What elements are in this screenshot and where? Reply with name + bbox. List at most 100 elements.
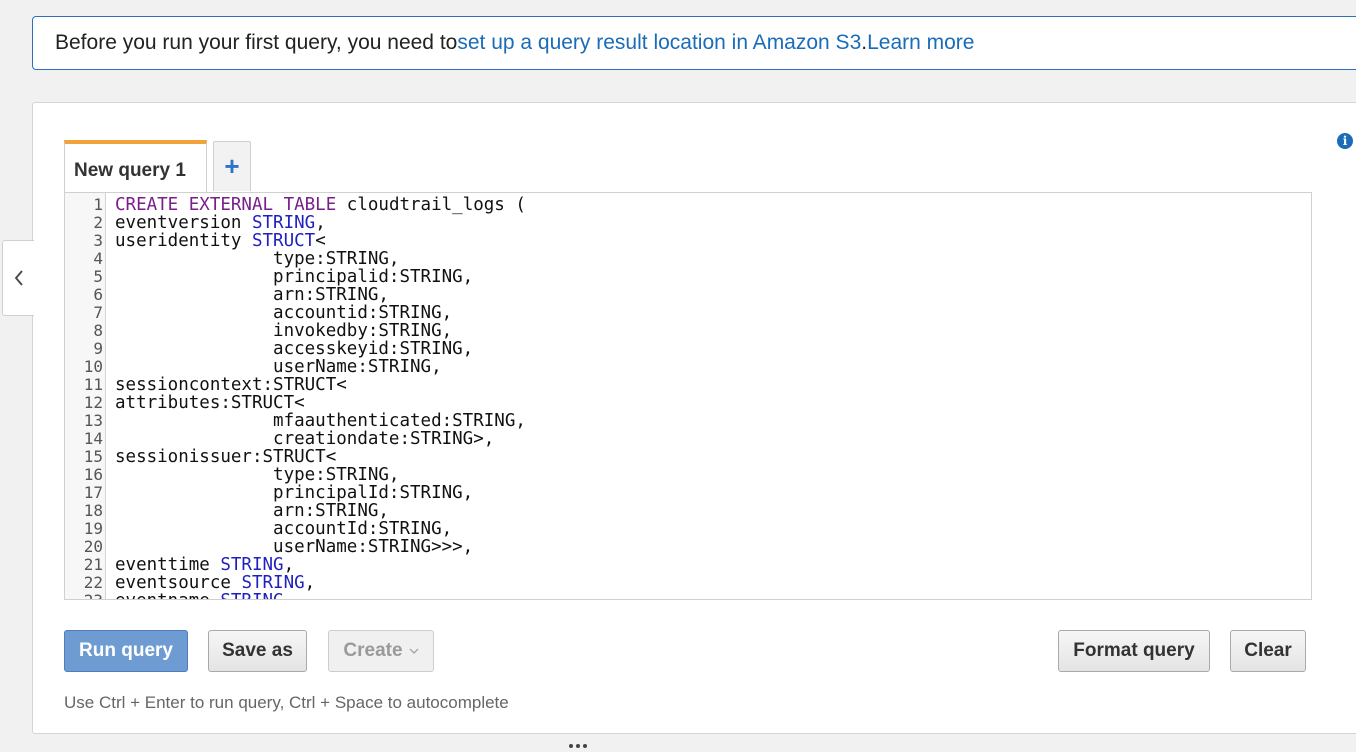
line-number: 13 bbox=[83, 411, 103, 430]
code-token: principalid:STRING, bbox=[115, 267, 474, 287]
code-lines: 1 CREATE EXTERNAL TABLE cloudtrail_logs (… bbox=[65, 196, 1311, 600]
line-number: 11 bbox=[83, 375, 103, 394]
code-line: 5 principalid:STRING, bbox=[65, 267, 1311, 287]
line-number: 2 bbox=[93, 213, 103, 232]
code-token: creationdate:STRING>, bbox=[115, 429, 495, 449]
code-line: 1 CREATE EXTERNAL TABLE cloudtrail_logs ( bbox=[65, 195, 1311, 215]
code-text: sessioncontext:STRUCT< bbox=[115, 376, 347, 394]
sql-type: STRUCT bbox=[251, 231, 316, 251]
sql-type: STRING bbox=[241, 573, 305, 593]
code-text: eventversion STRING, bbox=[115, 214, 326, 232]
learn-more-link[interactable]: Learn more bbox=[867, 31, 974, 55]
code-token: sessionissuer:STRUCT< bbox=[115, 447, 337, 467]
sql-type: STRING bbox=[220, 555, 284, 575]
code-line: 23 eventname STRING, bbox=[65, 592, 1311, 600]
code-text: creationdate:STRING>, bbox=[115, 430, 494, 448]
code-token: accesskeyid:STRING, bbox=[115, 339, 474, 359]
code-line: 12 attributes:STRUCT< bbox=[65, 394, 1311, 413]
sql-type: STRING bbox=[251, 213, 316, 233]
code-text: accountId:STRING, bbox=[115, 520, 452, 538]
chevron-down-icon bbox=[409, 648, 419, 654]
code-line: 9 accesskeyid:STRING, bbox=[65, 339, 1311, 359]
line-number: 1 bbox=[93, 195, 103, 214]
add-query-tab-button[interactable]: + bbox=[213, 141, 251, 191]
line-number: 19 bbox=[83, 519, 103, 538]
code-text: eventtime STRING, bbox=[115, 556, 294, 574]
create-dropdown-button: Create bbox=[328, 630, 434, 672]
code-line: 6 arn:STRING, bbox=[65, 285, 1311, 305]
line-number: 5 bbox=[93, 267, 103, 286]
code-line: 11 sessioncontext:STRUCT< bbox=[65, 375, 1311, 395]
code-text: userName:STRING>>>, bbox=[115, 538, 473, 556]
sql-editor[interactable]: 1 CREATE EXTERNAL TABLE cloudtrail_logs (… bbox=[64, 192, 1312, 600]
code-token: accountId:STRING, bbox=[115, 519, 453, 539]
line-number: 16 bbox=[83, 465, 103, 484]
code-token: type:STRING, bbox=[115, 249, 400, 269]
format-query-button[interactable]: Format query bbox=[1058, 630, 1210, 672]
clear-button[interactable]: Clear bbox=[1230, 630, 1306, 672]
code-token: eventtime bbox=[115, 555, 221, 575]
chevron-left-icon bbox=[14, 270, 23, 286]
code-token: cloudtrail_logs ( bbox=[336, 195, 526, 215]
code-text: principalId:STRING, bbox=[115, 484, 473, 502]
code-token: userName:STRING>>>, bbox=[115, 537, 474, 557]
sql-keyword: CREATE EXTERNAL TABLE bbox=[115, 195, 337, 215]
run-query-button[interactable]: Run query bbox=[64, 630, 188, 672]
plus-icon: + bbox=[224, 151, 240, 181]
code-line: 13 mfaauthenticated:STRING, bbox=[65, 411, 1311, 431]
code-token: arn:STRING, bbox=[115, 285, 389, 305]
code-line: 2 eventversion STRING, bbox=[65, 213, 1311, 233]
line-number: 10 bbox=[83, 357, 103, 376]
code-token: arn:STRING, bbox=[115, 501, 389, 521]
line-number: 4 bbox=[93, 249, 103, 268]
create-button-label: Create bbox=[343, 640, 403, 661]
save-as-button[interactable]: Save as bbox=[208, 630, 307, 672]
code-line: 21 eventtime STRING, bbox=[65, 555, 1311, 575]
code-line: 14 creationdate:STRING>, bbox=[65, 430, 1311, 449]
code-line: 10 userName:STRING, bbox=[65, 357, 1311, 377]
code-line: 22 eventsource STRING, bbox=[65, 574, 1311, 593]
line-number: 8 bbox=[93, 321, 103, 340]
code-line: 16 type:STRING, bbox=[65, 465, 1311, 485]
code-text: invokedby:STRING, bbox=[115, 322, 452, 340]
code-line: 18 arn:STRING, bbox=[65, 501, 1311, 521]
code-token: eventsource bbox=[115, 573, 242, 593]
code-text: arn:STRING, bbox=[115, 502, 389, 520]
code-token: < bbox=[315, 231, 326, 251]
code-token: accountid:STRING, bbox=[115, 303, 453, 323]
code-text: type:STRING, bbox=[115, 466, 399, 484]
code-text: userName:STRING, bbox=[115, 358, 442, 376]
code-text: attributes:STRUCT< bbox=[115, 394, 305, 412]
code-line: 4 type:STRING, bbox=[65, 249, 1311, 269]
code-line: 20 userName:STRING>>>, bbox=[65, 537, 1311, 557]
setup-s3-link[interactable]: set up a query result location in Amazon… bbox=[457, 31, 861, 55]
code-text: eventsource STRING, bbox=[115, 574, 315, 592]
code-token: eventname bbox=[115, 591, 220, 599]
code-token: mfaauthenticated:STRING, bbox=[115, 411, 526, 431]
code-token: useridentity bbox=[115, 231, 252, 251]
code-token: , bbox=[304, 573, 316, 593]
code-token: eventversion bbox=[115, 213, 252, 233]
code-token: type:STRING, bbox=[115, 465, 400, 485]
line-number: 21 bbox=[83, 555, 103, 574]
code-token: invokedby:STRING, bbox=[115, 321, 453, 341]
line-number: 18 bbox=[83, 501, 103, 520]
line-number: 9 bbox=[93, 339, 103, 358]
code-token: userName:STRING, bbox=[115, 357, 442, 377]
code-text: accountid:STRING, bbox=[115, 304, 452, 322]
line-number: 20 bbox=[83, 537, 103, 556]
code-line: 7 accountid:STRING, bbox=[65, 304, 1311, 323]
collapse-sidebar-button[interactable] bbox=[2, 240, 34, 316]
tab-new-query-1[interactable]: New query 1 bbox=[64, 140, 207, 192]
code-token: , bbox=[283, 555, 295, 575]
code-line: 3 useridentity STRUCT< bbox=[65, 231, 1311, 251]
code-line: 19 accountId:STRING, bbox=[65, 519, 1311, 539]
code-token: sessioncontext:STRUCT< bbox=[115, 375, 347, 395]
line-number: 6 bbox=[93, 285, 103, 304]
info-icon[interactable]: i bbox=[1337, 133, 1353, 149]
code-token: principalId:STRING, bbox=[115, 483, 474, 503]
resize-handle-icon[interactable] bbox=[566, 740, 590, 750]
line-number: 3 bbox=[93, 231, 103, 250]
code-line: 8 invokedby:STRING, bbox=[65, 321, 1311, 341]
code-token: attributes:STRUCT< bbox=[115, 393, 305, 413]
